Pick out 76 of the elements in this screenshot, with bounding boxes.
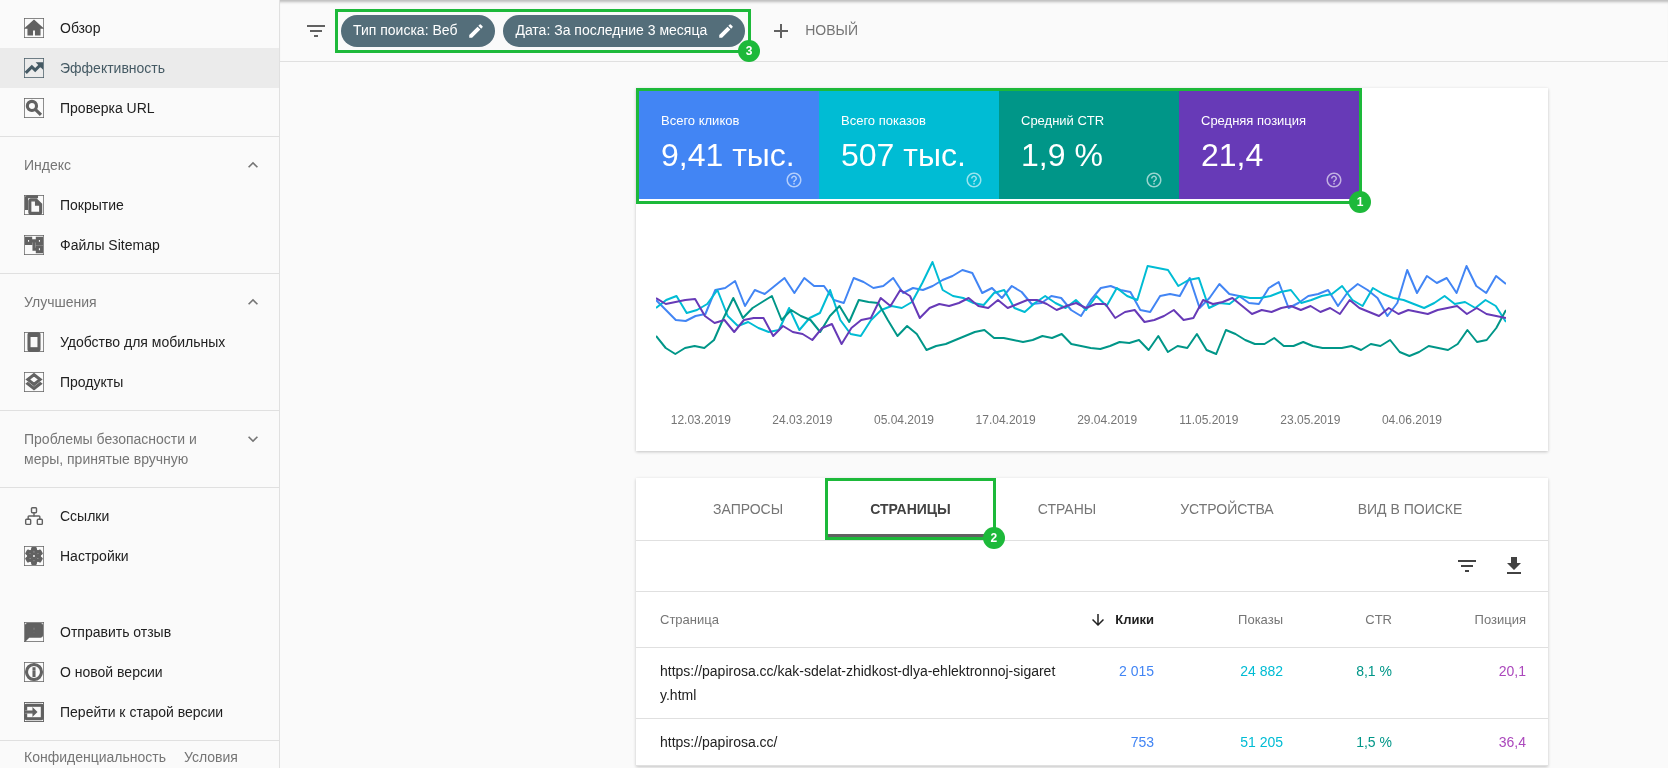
table-cell-text: 1,5 % xyxy=(1355,733,1392,752)
metric-label: Средний CTR xyxy=(1021,113,1105,129)
copy-icon xyxy=(24,195,44,215)
table-cell-text: 8,1 % xyxy=(1355,662,1392,681)
number-badge: 1 xyxy=(1349,191,1371,213)
column-header[interactable]: Клики xyxy=(1060,609,1154,630)
smartphone-icon xyxy=(24,332,44,352)
axis-label: 23.05.2019 xyxy=(1279,412,1342,428)
edit-icon xyxy=(467,21,486,40)
metric-label: Средняя позиция xyxy=(1201,113,1307,129)
feedback-icon xyxy=(24,622,44,642)
metric-value: 21,4 xyxy=(1201,136,1264,175)
metric-label: Всего кликов xyxy=(661,113,740,129)
nav-item[interactable]: Файлы Sitemap xyxy=(0,225,279,265)
column-header[interactable]: Показы xyxy=(1154,609,1283,630)
axis-label: 17.04.2019 xyxy=(974,412,1037,428)
column-header[interactable]: CTR xyxy=(1283,609,1392,630)
section-header[interactable]: Проблемы безопасности и меры, принятые вручную xyxy=(0,419,279,479)
table-cell-text: 51 205 xyxy=(1239,733,1283,752)
footer-link[interactable]: Условия xyxy=(184,747,238,767)
nav-item[interactable]: Проверка URL xyxy=(0,88,279,128)
metric-tile[interactable]: Всего кликов 9,41 тыс. xyxy=(639,91,819,199)
metric-value: 1,9 % xyxy=(1021,136,1103,175)
footer-link[interactable]: Конфиденциальность xyxy=(24,747,166,767)
axis-label: 11.05.2019 xyxy=(1178,412,1240,428)
network-icon xyxy=(24,506,44,526)
table-cell-text: 753 xyxy=(1129,733,1154,752)
nav-item[interactable]: Эффективность xyxy=(0,48,279,88)
nav-item[interactable]: Удобство для мобильных xyxy=(0,322,279,362)
column-header[interactable]: Позиция xyxy=(1392,609,1526,630)
table-cell-text: 20,1 xyxy=(1497,662,1526,681)
new-filter-button[interactable]: НОВЫЙ xyxy=(769,18,858,43)
trending-up-icon xyxy=(24,58,44,78)
help-icon[interactable] xyxy=(1145,171,1163,189)
table-cell-text: 36,4 xyxy=(1497,733,1526,752)
layers-icon xyxy=(24,372,44,392)
section-header[interactable]: Индекс xyxy=(0,145,279,185)
metric-tile[interactable]: Средний CTR 1,9 % xyxy=(999,91,1179,199)
filter-chip[interactable]: Дата: За последние 3 месяца xyxy=(503,14,746,47)
tab[interactable]: УСТРОЙСТВА xyxy=(1138,478,1316,540)
edit-icon xyxy=(717,21,736,40)
nav-item[interactable]: Настройки xyxy=(0,536,279,576)
nav-item[interactable]: Обзор xyxy=(0,8,279,48)
table-cell-text: 2 015 xyxy=(1117,662,1154,681)
section-header[interactable]: Улучшения xyxy=(0,282,279,322)
nav-item[interactable]: Покрытие xyxy=(0,185,279,225)
page-url: https://papirosa.cc/ xyxy=(660,733,779,752)
tab[interactable]: ЗАПРОСЫ xyxy=(671,478,826,540)
metric-value: 9,41 тыс. xyxy=(661,136,795,175)
number-badge: 2 xyxy=(982,527,1005,549)
help-icon[interactable] xyxy=(785,171,803,189)
nav-item[interactable]: Продукты xyxy=(0,362,279,402)
nav-item[interactable]: О новой версии xyxy=(0,652,279,692)
axis-label: 12.03.2019 xyxy=(669,412,732,428)
metric-value: 507 тыс. xyxy=(841,136,966,175)
axis-label: 24.03.2019 xyxy=(771,412,834,428)
axis-label: 29.04.2019 xyxy=(1076,412,1139,428)
filter-chip[interactable]: Тип поиска: Веб xyxy=(341,14,496,47)
nav-item[interactable]: Ссылки xyxy=(0,496,279,536)
tab[interactable]: ВИД В ПОИСКЕ xyxy=(1315,478,1505,540)
axis-label: 05.04.2019 xyxy=(872,412,935,428)
number-badge: 3 xyxy=(738,39,761,62)
table-cell-text: 24 882 xyxy=(1239,662,1283,681)
sitemap-icon xyxy=(24,235,44,255)
axis-label: 04.06.2019 xyxy=(1380,412,1443,428)
settings-icon xyxy=(24,546,44,566)
sign-in-icon xyxy=(24,702,44,722)
search-icon xyxy=(24,98,44,118)
metric-label: Всего показов xyxy=(841,113,926,129)
nav-item[interactable]: Отправить отзыв xyxy=(0,612,279,652)
home-icon xyxy=(24,18,44,38)
help-icon[interactable] xyxy=(1325,171,1343,189)
nav-item[interactable]: Перейти к старой версии xyxy=(0,692,279,732)
info-icon xyxy=(24,662,44,682)
column-header[interactable]: Страница xyxy=(660,609,1060,630)
page-url: https://papirosa.cc/kak-sdelat-zhidkost-dlya-ehlektronnoj-sigarety.html xyxy=(660,662,1057,705)
